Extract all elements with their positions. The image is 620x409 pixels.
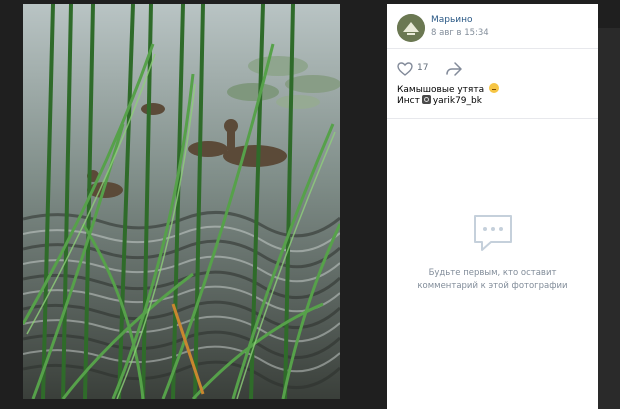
- divider: [387, 48, 598, 49]
- photo-viewer[interactable]: [23, 4, 340, 399]
- photo-image: [23, 4, 340, 399]
- empty-comments-line: Будьте первым, кто оставит: [428, 268, 557, 278]
- comment-bubble-icon: [471, 212, 515, 256]
- instagram-icon: [421, 95, 431, 104]
- heart-icon: [397, 62, 413, 76]
- empty-comments-message: Будьте первым, кто оставит комментарий к…: [387, 267, 598, 293]
- divider: [387, 118, 598, 119]
- page-background: [598, 28, 620, 409]
- smile-emoji-icon: [488, 83, 499, 93]
- avatar[interactable]: [397, 14, 425, 42]
- like-button[interactable]: [397, 61, 413, 77]
- inst-prefix: Инст: [397, 96, 420, 106]
- like-count: 17: [417, 63, 429, 73]
- share-arrow-icon: [446, 62, 462, 76]
- inst-handle: yarik79_bk: [432, 96, 482, 106]
- post-caption: Камышовые утята: [397, 83, 499, 95]
- post-instagram: Инст yarik79_bk: [397, 95, 482, 106]
- author-link[interactable]: Марьино: [431, 15, 473, 25]
- post-sidebar: Марьино 8 авг в 15:34 17 Камышовые утята…: [387, 4, 598, 409]
- share-button[interactable]: [445, 61, 463, 77]
- empty-comments-line: комментарий к этой фотографии: [417, 281, 568, 291]
- post-header: Марьино 8 авг в 15:34: [387, 4, 598, 48]
- avatar-image: [397, 14, 425, 42]
- post-date[interactable]: 8 авг в 15:34: [431, 28, 489, 38]
- caption-text: Камышовые утята: [397, 85, 485, 95]
